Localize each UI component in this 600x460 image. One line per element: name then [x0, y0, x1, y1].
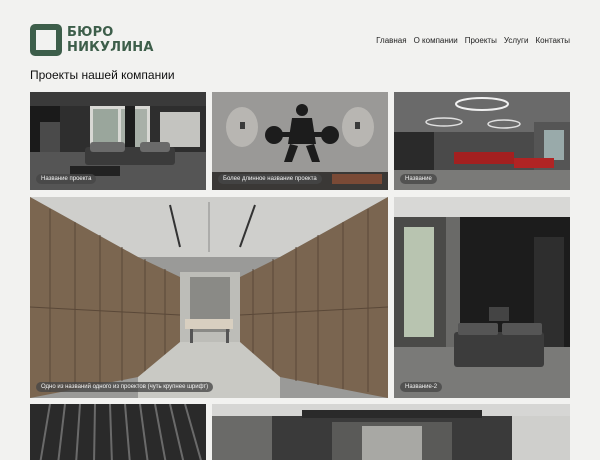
nav-link-about[interactable]: О компании — [414, 36, 458, 45]
site-header: БЮРО НИКУЛИНА Главная О компании Проекты… — [30, 24, 570, 60]
project-photo-slat-ceiling — [30, 404, 206, 460]
logo-text: БЮРО НИКУЛИНА — [67, 25, 154, 55]
logo-square-icon — [30, 24, 62, 56]
project-caption-2: Более длинное название проекта — [218, 174, 322, 184]
project-caption-4: Одно из названий одного из проектов (чут… — [36, 382, 214, 392]
project-card-4[interactable]: Одно из названий одного из проектов (чут… — [30, 197, 388, 398]
logo-line-1: БЮРО — [67, 25, 114, 40]
nav-link-services[interactable]: Услуги — [504, 36, 529, 45]
logo[interactable]: БЮРО НИКУЛИНА — [30, 24, 154, 56]
project-caption-5: Название-2 — [400, 382, 443, 392]
project-photo-bedroom — [394, 197, 570, 398]
project-card-1[interactable]: Название проекта — [30, 92, 206, 190]
project-card-5[interactable]: Название-2 — [394, 197, 570, 398]
page-title: Проекты нашей компании — [30, 68, 175, 82]
nav-link-contacts[interactable]: Контакты — [535, 36, 570, 45]
project-caption-1: Название проекта — [36, 174, 97, 184]
project-photo-locker-room — [30, 197, 388, 398]
main-nav: Главная О компании Проекты Услуги Контак… — [376, 36, 570, 45]
nav-link-projects[interactable]: Проекты — [465, 36, 497, 45]
nav-link-home[interactable]: Главная — [376, 36, 406, 45]
project-photo-dark-hall — [212, 404, 570, 460]
project-card-2[interactable]: Более длинное название проекта — [212, 92, 388, 190]
project-caption-3: Название — [400, 174, 437, 184]
logo-line-2: НИКУЛИНА — [67, 40, 154, 55]
project-card-6[interactable] — [30, 404, 206, 460]
project-card-7[interactable] — [212, 404, 570, 460]
project-card-3[interactable]: Название — [394, 92, 570, 190]
